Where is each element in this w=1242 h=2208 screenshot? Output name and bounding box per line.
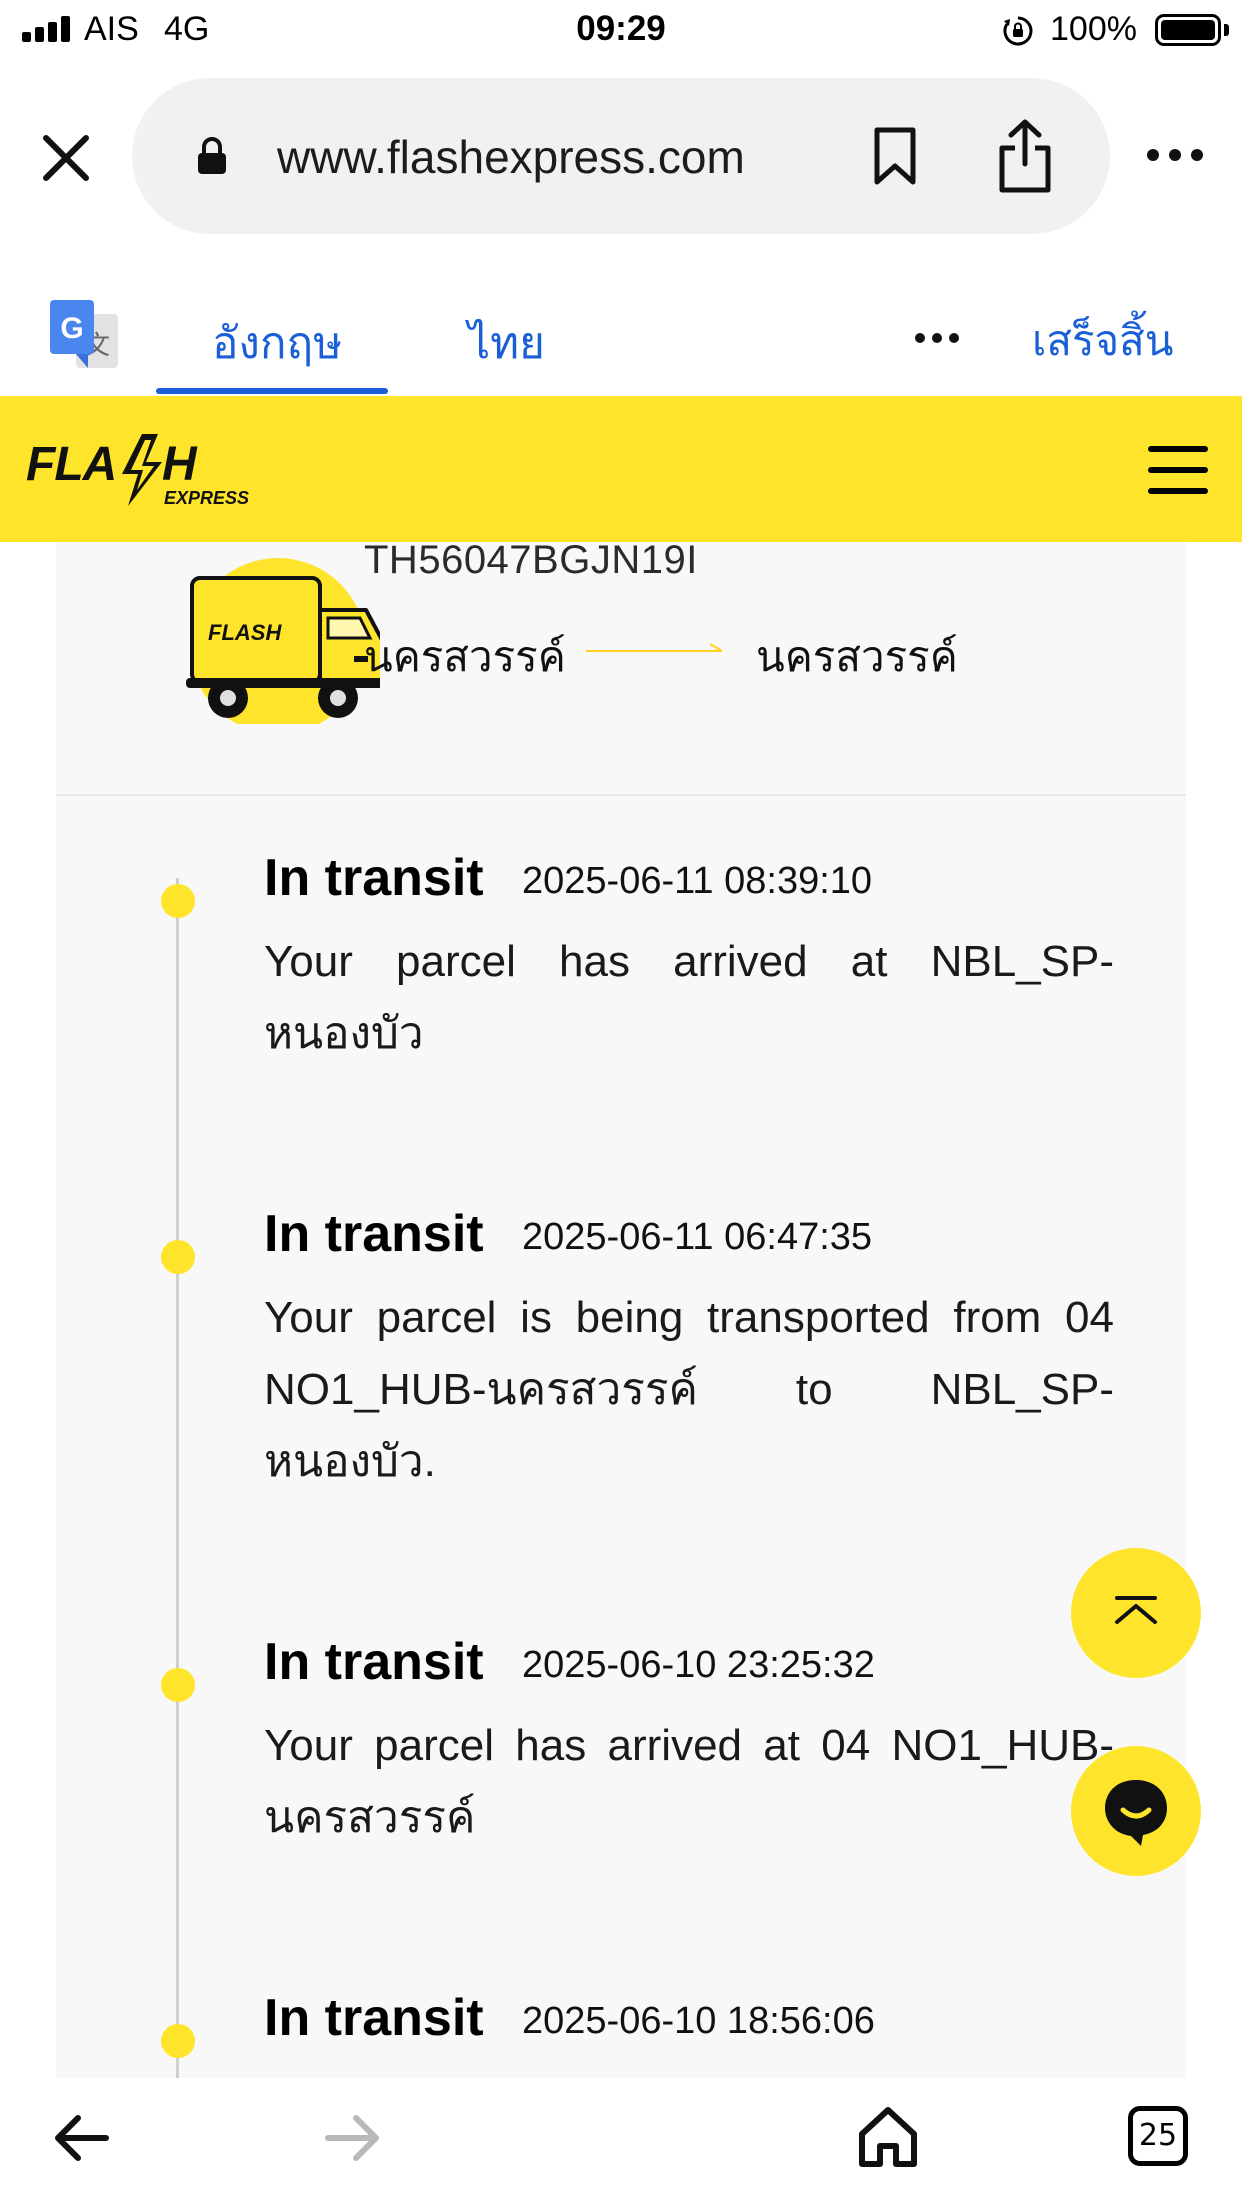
battery-icon <box>1155 14 1221 46</box>
url-text[interactable]: www.flashexpress.com <box>277 130 745 184</box>
tracking-number: TH56047BGJN19I <box>364 542 698 582</box>
event-status: In transit <box>264 1205 484 1263</box>
destination-city: นครสวรรค์ <box>756 633 958 680</box>
translate-done-button[interactable]: เสร็จสิ้น <box>1032 308 1174 374</box>
svg-text:G: G <box>60 312 83 345</box>
event-message: Your parcel has arrived at 04 NO1_HUB-นค… <box>264 1721 1114 1842</box>
event-time: 2025-06-10 18:56:06 <box>522 2000 875 2042</box>
home-icon[interactable] <box>856 2104 920 2168</box>
share-icon[interactable] <box>996 118 1054 194</box>
timeline-dot <box>161 1668 195 1702</box>
translate-more-icon[interactable] <box>914 332 960 344</box>
card-divider <box>56 794 1186 796</box>
origin-city: นครสวรรค์ <box>364 633 566 680</box>
tabs-icon[interactable]: 25 <box>1128 2106 1188 2166</box>
chat-icon <box>1105 1780 1167 1846</box>
event-status: In transit <box>264 1633 484 1691</box>
event-status: In transit <box>264 849 484 907</box>
event-status: In transit <box>264 1989 484 2047</box>
event-message: Your parcel has arrived at NBL_SP-หนองบั… <box>264 937 1114 1058</box>
timeline-dot <box>161 2024 195 2058</box>
scroll-to-top-button[interactable] <box>1071 1548 1201 1678</box>
status-bar: AIS 4G 09:29 100% <box>0 0 1242 62</box>
svg-text:FLA: FLA <box>26 438 116 491</box>
event-time: 2025-06-11 06:47:35 <box>522 1216 873 1258</box>
more-icon[interactable] <box>1145 145 1205 165</box>
active-tab-indicator <box>156 388 388 394</box>
route-arrow-icon <box>586 643 723 652</box>
menu-icon[interactable] <box>1148 446 1208 494</box>
google-translate-icon[interactable]: 文 G <box>50 300 120 372</box>
tab-thai[interactable]: ไทย <box>468 308 545 378</box>
site-header: FLA H EXPRESS <box>0 396 1242 542</box>
rotation-lock-icon <box>1003 16 1033 46</box>
scroll-top-icon <box>1115 1596 1157 1624</box>
tracking-card: FLASH TH56047BGJN19I นครสวรรค์ นครสวรรค์… <box>56 542 1186 2078</box>
address-bar[interactable]: www.flashexpress.com <box>132 78 1110 234</box>
svg-text:EXPRESS: EXPRESS <box>164 488 249 508</box>
timeline-dot <box>161 1240 195 1274</box>
event-time: 2025-06-10 23:25:32 <box>522 1644 875 1686</box>
browser-bottom-bar: 25 <box>0 2078 1242 2208</box>
svg-text:H: H <box>162 438 198 491</box>
battery-tip <box>1224 24 1229 36</box>
flash-express-logo[interactable]: FLA H EXPRESS <box>24 428 274 512</box>
chat-button[interactable] <box>1071 1746 1201 1876</box>
timeline-dot <box>161 884 195 918</box>
timeline-line <box>176 878 179 2078</box>
padlock-icon <box>198 137 226 174</box>
tab-english[interactable]: อังกฤษ <box>212 308 342 378</box>
close-icon[interactable] <box>38 130 94 186</box>
forward-icon[interactable] <box>322 2112 382 2164</box>
bookmark-icon[interactable] <box>872 126 918 186</box>
event-message: Your parcel is being transported from 04… <box>264 1293 1114 1486</box>
battery-percent: 100% <box>1050 10 1137 48</box>
svg-text:FLASH: FLASH <box>208 620 282 645</box>
back-icon[interactable] <box>52 2112 112 2164</box>
event-time: 2025-06-11 08:39:10 <box>522 860 873 902</box>
delivery-truck-icon: FLASH <box>186 558 380 724</box>
